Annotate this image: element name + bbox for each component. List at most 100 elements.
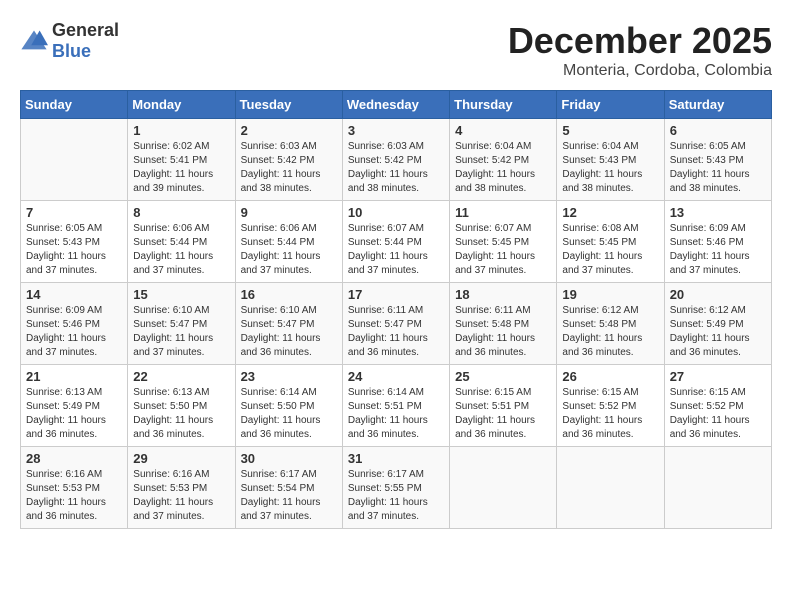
day-info: Sunrise: 6:02 AMSunset: 5:41 PMDaylight:… xyxy=(133,140,229,196)
day-info: Sunrise: 6:15 AMSunset: 5:52 PMDaylight:… xyxy=(670,386,766,442)
day-number: 4 xyxy=(455,123,551,138)
calendar-cell: 24 Sunrise: 6:14 AMSunset: 5:51 PMDayligh… xyxy=(342,365,449,447)
calendar-cell: 28Sunrise: 6:16 AMSunset: 5:53 PMDayligh… xyxy=(21,447,128,529)
day-number: 11 xyxy=(455,205,551,220)
day-info: Sunrise: 6:10 AMSunset: 5:47 PMDaylight:… xyxy=(133,304,229,360)
day-info: Sunrise: 6:15 AMSunset: 5:51 PMDaylight:… xyxy=(455,386,551,442)
day-info: Sunrise: 6:08 AMSunset: 5:45 PMDaylight:… xyxy=(562,222,658,278)
calendar-body: 1 Sunrise: 6:02 AMSunset: 5:41 PMDaylight… xyxy=(21,119,772,529)
logo-general: General xyxy=(52,20,119,40)
calendar-cell: 22 Sunrise: 6:13 AMSunset: 5:50 PMDayligh… xyxy=(128,365,235,447)
calendar-cell: 9Sunrise: 6:06 AMSunset: 5:44 PMDaylight… xyxy=(235,201,342,283)
weekday-header: Saturday xyxy=(664,91,771,119)
day-info: Sunrise: 6:04 AMSunset: 5:42 PMDaylight:… xyxy=(455,140,551,196)
day-info: Sunrise: 6:13 AMSunset: 5:49 PMDaylight:… xyxy=(26,386,122,442)
weekday-header: Tuesday xyxy=(235,91,342,119)
logo-blue: Blue xyxy=(52,41,91,61)
day-number: 16 xyxy=(241,287,337,302)
calendar-cell: 26Sunrise: 6:15 AMSunset: 5:52 PMDayligh… xyxy=(557,365,664,447)
day-number: 13 xyxy=(670,205,766,220)
day-number: 17 xyxy=(348,287,444,302)
day-number: 14 xyxy=(26,287,122,302)
calendar-cell: 29 Sunrise: 6:16 AMSunset: 5:53 PMDayligh… xyxy=(128,447,235,529)
day-number: 18 xyxy=(455,287,551,302)
location: Monteria, Cordoba, Colombia xyxy=(508,62,772,80)
day-info: Sunrise: 6:17 AMSunset: 5:54 PMDaylight:… xyxy=(241,468,337,524)
day-info: Sunrise: 6:11 AMSunset: 5:48 PMDaylight:… xyxy=(455,304,551,360)
day-info: Sunrise: 6:13 AMSunset: 5:50 PMDaylight:… xyxy=(133,386,229,442)
calendar-cell xyxy=(557,447,664,529)
weekday-row: SundayMondayTuesdayWednesdayThursdayFrid… xyxy=(21,91,772,119)
day-info: Sunrise: 6:06 AMSunset: 5:44 PMDaylight:… xyxy=(133,222,229,278)
day-number: 19 xyxy=(562,287,658,302)
day-number: 27 xyxy=(670,369,766,384)
calendar-cell: 21 Sunrise: 6:13 AMSunset: 5:49 PMDayligh… xyxy=(21,365,128,447)
calendar-cell: 30 Sunrise: 6:17 AMSunset: 5:54 PMDayligh… xyxy=(235,447,342,529)
day-number: 1 xyxy=(133,123,229,138)
header: General Blue December 2025 Monteria, Cor… xyxy=(20,20,772,80)
calendar-cell: 6Sunrise: 6:05 AMSunset: 5:43 PMDaylight… xyxy=(664,119,771,201)
calendar-cell: 13 Sunrise: 6:09 AMSunset: 5:46 PMDayligh… xyxy=(664,201,771,283)
day-info: Sunrise: 6:09 AMSunset: 5:46 PMDaylight:… xyxy=(670,222,766,278)
day-number: 21 xyxy=(26,369,122,384)
calendar-cell: 1 Sunrise: 6:02 AMSunset: 5:41 PMDaylight… xyxy=(128,119,235,201)
day-number: 25 xyxy=(455,369,551,384)
day-number: 28 xyxy=(26,451,122,466)
calendar-header: SundayMondayTuesdayWednesdayThursdayFrid… xyxy=(21,91,772,119)
day-number: 8 xyxy=(133,205,229,220)
day-info: Sunrise: 6:12 AMSunset: 5:48 PMDaylight:… xyxy=(562,304,658,360)
day-number: 22 xyxy=(133,369,229,384)
weekday-header: Thursday xyxy=(450,91,557,119)
month-title: December 2025 xyxy=(508,20,772,62)
calendar-cell: 16 Sunrise: 6:10 AMSunset: 5:47 PMDayligh… xyxy=(235,283,342,365)
calendar-cell: 20Sunrise: 6:12 AMSunset: 5:49 PMDayligh… xyxy=(664,283,771,365)
calendar-cell: 2 Sunrise: 6:03 AMSunset: 5:42 PMDaylight… xyxy=(235,119,342,201)
day-info: Sunrise: 6:04 AMSunset: 5:43 PMDaylight:… xyxy=(562,140,658,196)
calendar-cell: 12 Sunrise: 6:08 AMSunset: 5:45 PMDayligh… xyxy=(557,201,664,283)
day-info: Sunrise: 6:16 AMSunset: 5:53 PMDaylight:… xyxy=(133,468,229,524)
calendar-cell: 8 Sunrise: 6:06 AMSunset: 5:44 PMDaylight… xyxy=(128,201,235,283)
calendar-cell: 31 Sunrise: 6:17 AMSunset: 5:55 PMDayligh… xyxy=(342,447,449,529)
day-number: 12 xyxy=(562,205,658,220)
day-number: 5 xyxy=(562,123,658,138)
day-number: 31 xyxy=(348,451,444,466)
calendar-cell: 18 Sunrise: 6:11 AMSunset: 5:48 PMDayligh… xyxy=(450,283,557,365)
day-info: Sunrise: 6:05 AMSunset: 5:43 PMDaylight:… xyxy=(670,140,766,196)
day-number: 7 xyxy=(26,205,122,220)
calendar-cell: 5 Sunrise: 6:04 AMSunset: 5:43 PMDaylight… xyxy=(557,119,664,201)
calendar-cell: 4 Sunrise: 6:04 AMSunset: 5:42 PMDaylight… xyxy=(450,119,557,201)
day-info: Sunrise: 6:10 AMSunset: 5:47 PMDaylight:… xyxy=(241,304,337,360)
calendar-cell: 23Sunrise: 6:14 AMSunset: 5:50 PMDayligh… xyxy=(235,365,342,447)
calendar-cell: 25 Sunrise: 6:15 AMSunset: 5:51 PMDayligh… xyxy=(450,365,557,447)
calendar-cell: 7 Sunrise: 6:05 AMSunset: 5:43 PMDaylight… xyxy=(21,201,128,283)
day-info: Sunrise: 6:14 AMSunset: 5:50 PMDaylight:… xyxy=(241,386,337,442)
logo-icon xyxy=(20,27,48,55)
calendar-cell: 17 Sunrise: 6:11 AMSunset: 5:47 PMDayligh… xyxy=(342,283,449,365)
day-number: 30 xyxy=(241,451,337,466)
calendar-cell xyxy=(21,119,128,201)
day-info: Sunrise: 6:03 AMSunset: 5:42 PMDaylight:… xyxy=(241,140,337,196)
calendar-cell: 10Sunrise: 6:07 AMSunset: 5:44 PMDayligh… xyxy=(342,201,449,283)
day-number: 26 xyxy=(562,369,658,384)
calendar-cell xyxy=(664,447,771,529)
calendar-cell: 19 Sunrise: 6:12 AMSunset: 5:48 PMDayligh… xyxy=(557,283,664,365)
calendar-cell: 3Sunrise: 6:03 AMSunset: 5:42 PMDaylight… xyxy=(342,119,449,201)
day-info: Sunrise: 6:12 AMSunset: 5:49 PMDaylight:… xyxy=(670,304,766,360)
weekday-header: Friday xyxy=(557,91,664,119)
day-number: 2 xyxy=(241,123,337,138)
day-info: Sunrise: 6:09 AMSunset: 5:46 PMDaylight:… xyxy=(26,304,122,360)
day-number: 24 xyxy=(348,369,444,384)
day-info: Sunrise: 6:11 AMSunset: 5:47 PMDaylight:… xyxy=(348,304,444,360)
logo: General Blue xyxy=(20,20,119,62)
calendar-cell: 14 Sunrise: 6:09 AMSunset: 5:46 PMDayligh… xyxy=(21,283,128,365)
calendar-cell: 15 Sunrise: 6:10 AMSunset: 5:47 PMDayligh… xyxy=(128,283,235,365)
day-number: 29 xyxy=(133,451,229,466)
day-number: 15 xyxy=(133,287,229,302)
day-info: Sunrise: 6:05 AMSunset: 5:43 PMDaylight:… xyxy=(26,222,122,278)
day-info: Sunrise: 6:17 AMSunset: 5:55 PMDaylight:… xyxy=(348,468,444,524)
weekday-header: Sunday xyxy=(21,91,128,119)
day-number: 9 xyxy=(241,205,337,220)
calendar-cell: 27 Sunrise: 6:15 AMSunset: 5:52 PMDayligh… xyxy=(664,365,771,447)
day-info: Sunrise: 6:14 AMSunset: 5:51 PMDaylight:… xyxy=(348,386,444,442)
weekday-header: Monday xyxy=(128,91,235,119)
